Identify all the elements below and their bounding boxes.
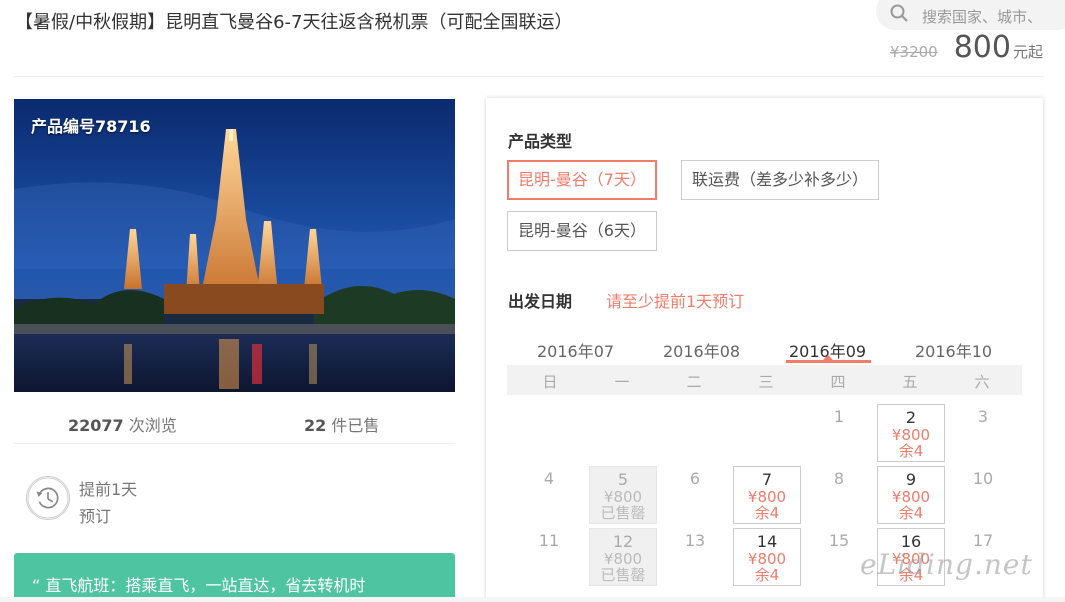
product-number: 产品编号78716 xyxy=(31,117,151,136)
day-number: 1 xyxy=(833,407,845,426)
day-price: ¥800 xyxy=(891,488,931,506)
day-number: 12 xyxy=(612,532,634,551)
views-label: 次浏览 xyxy=(128,416,177,435)
day-price: ¥800 xyxy=(603,550,643,568)
day-number: 13 xyxy=(684,531,706,550)
page-title: 【暑假/中秋假期】昆明直飞曼谷6-7天往返含税机票（可配全国联运） xyxy=(15,12,573,33)
current-price: 800 xyxy=(953,30,1011,65)
calendar-day-3: 3 xyxy=(949,404,1017,462)
search-icon[interactable] xyxy=(890,4,908,22)
day-number: 11 xyxy=(538,531,560,550)
calendar-day-4: 4 xyxy=(515,466,583,524)
booking-panel: 产品类型 昆明-曼谷（7天） 联运费（差多少补多少） 昆明-曼谷（6天） 出发日… xyxy=(486,98,1043,602)
original-price: ¥3200 xyxy=(890,43,938,61)
calendar-day-14[interactable]: 14 ¥800 余4 xyxy=(733,528,801,586)
calendar-day-9[interactable]: 9 ¥800 余4 xyxy=(877,466,945,524)
day-number: 10 xyxy=(972,469,994,488)
stats-bar: 22077 次浏览 22 件已售 xyxy=(14,400,455,444)
calendar-day-1: 1 xyxy=(805,404,873,462)
type-option-kunming-bangkok-6d[interactable]: 昆明-曼谷（6天） xyxy=(507,211,657,251)
day-remaining: 余4 xyxy=(898,504,924,522)
calendar-day-2[interactable]: 2 ¥800 余4 xyxy=(877,404,945,462)
divider xyxy=(14,76,1044,77)
advance-text: 提前1天 预订 xyxy=(79,476,137,530)
calendar-day-8: 8 xyxy=(805,466,873,524)
promo-text: “ 直飞航班：搭乘直飞，一站直达，省去转机时 xyxy=(32,576,366,595)
calendar-day-11: 11 xyxy=(515,528,583,586)
views-stat: 22077 次浏览 xyxy=(68,412,177,436)
day-remaining: 余4 xyxy=(754,566,780,584)
day-sold-out: 已售罄 xyxy=(600,504,646,522)
weekday-header: 日 一 二 三 四 五 六 xyxy=(507,365,1022,395)
price-unit: 元起 xyxy=(1012,43,1043,61)
calendar-day-12: 12 ¥800 已售罄 xyxy=(589,528,657,586)
sold-stat: 22 件已售 xyxy=(304,412,379,436)
views-count: 22077 xyxy=(68,416,124,435)
day-number: 5 xyxy=(617,470,629,489)
day-sold-out: 已售罄 xyxy=(600,566,646,584)
advance-booking-note: 请至少提前1天预订 xyxy=(606,292,745,311)
watermark: eLiding.net xyxy=(860,548,1033,581)
calendar-day-13: 13 xyxy=(661,528,729,586)
weekday-sun: 日 xyxy=(542,373,558,391)
day-price: ¥800 xyxy=(891,426,931,444)
sold-count: 22 xyxy=(304,416,327,435)
day-number: 2 xyxy=(905,408,917,427)
weekday-tue: 二 xyxy=(686,373,702,391)
advance-line-2: 预订 xyxy=(79,507,112,526)
day-price: ¥800 xyxy=(603,488,643,506)
price-block: ¥3200 800 元起 xyxy=(890,30,1043,65)
weekday-wed: 三 xyxy=(758,373,774,391)
type-option-transfer-fee[interactable]: 联运费（差多少补多少） xyxy=(681,160,880,200)
temple-night-image xyxy=(14,99,455,392)
weekday-thu: 四 xyxy=(830,373,846,391)
day-remaining: 余4 xyxy=(754,504,780,522)
calendar-day-5: 5 ¥800 已售罄 xyxy=(589,466,657,524)
product-photo[interactable]: 产品编号78716 xyxy=(14,99,455,392)
product-type-label: 产品类型 xyxy=(508,132,573,151)
day-number: 7 xyxy=(761,470,773,489)
advance-line-1: 提前1天 xyxy=(79,480,138,499)
month-tab-2016-10[interactable]: 2016年10 xyxy=(915,338,992,362)
departure-date-label: 出发日期 xyxy=(508,292,573,311)
day-number: 4 xyxy=(543,469,555,488)
day-remaining: 余4 xyxy=(898,442,924,460)
day-number: 3 xyxy=(977,407,989,426)
day-price: ¥800 xyxy=(747,488,787,506)
calendar-day-6: 6 xyxy=(661,466,729,524)
day-number: 14 xyxy=(756,532,778,551)
history-clock-icon xyxy=(26,476,70,520)
day-number: 8 xyxy=(833,469,845,488)
calendar-day-7[interactable]: 7 ¥800 余4 xyxy=(733,466,801,524)
day-number: 9 xyxy=(905,470,917,489)
day-number: 6 xyxy=(689,469,701,488)
day-price: ¥800 xyxy=(747,550,787,568)
search-box[interactable]: 搜索国家、城市、 xyxy=(876,0,1065,30)
type-option-kunming-bangkok-7d[interactable]: 昆明-曼谷（7天） xyxy=(507,160,657,200)
month-tab-2016-07[interactable]: 2016年07 xyxy=(537,338,614,362)
active-month-underline xyxy=(786,360,871,363)
promo-banner: “ 直飞航班：搭乘直飞，一站直达，省去转机时 xyxy=(14,553,455,602)
weekday-sat: 六 xyxy=(974,373,990,391)
bottom-edge xyxy=(0,597,1065,602)
weekday-fri: 五 xyxy=(902,373,918,391)
search-input[interactable]: 搜索国家、城市、 xyxy=(922,6,1042,27)
weekday-mon: 一 xyxy=(614,373,630,391)
month-tab-2016-08[interactable]: 2016年08 xyxy=(663,338,740,362)
calendar-day-10: 10 xyxy=(949,466,1017,524)
sold-label: 件已售 xyxy=(331,416,380,435)
